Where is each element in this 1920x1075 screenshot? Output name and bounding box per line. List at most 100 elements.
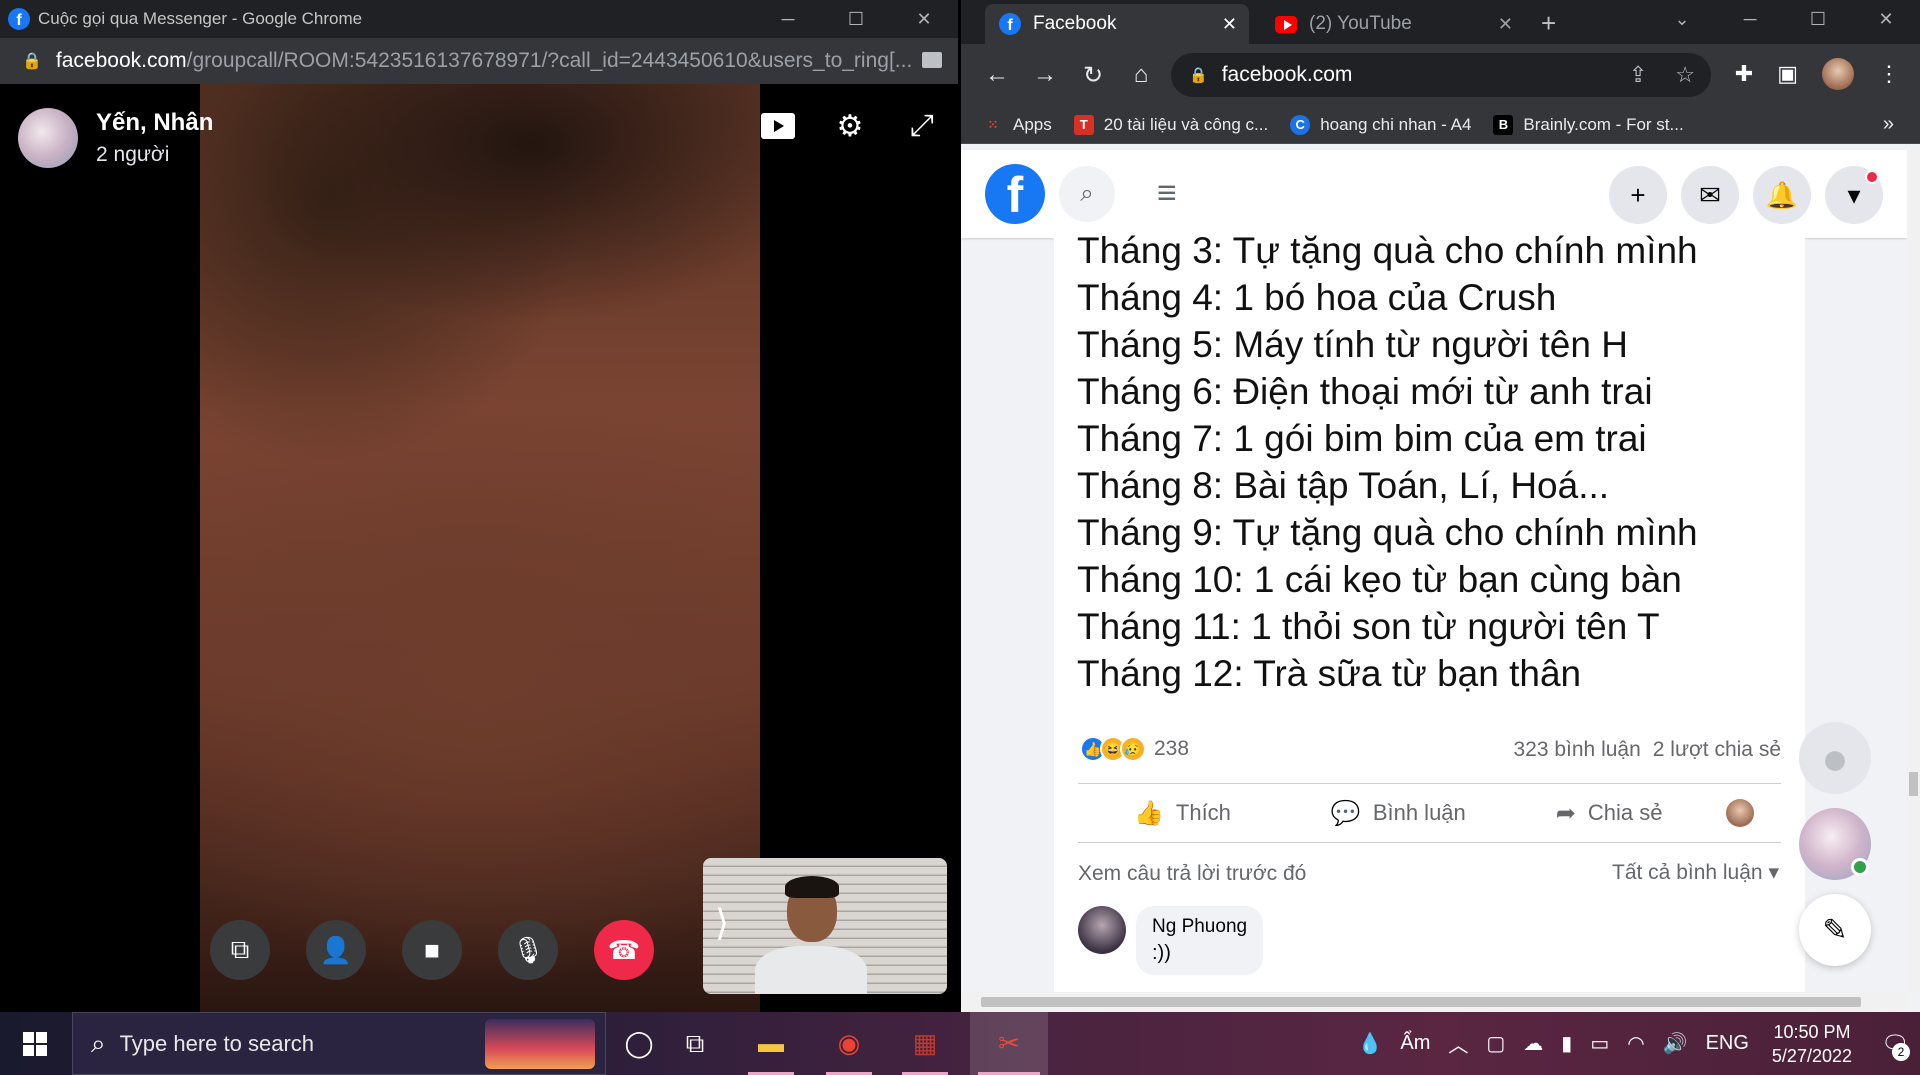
start-button[interactable] — [0, 1012, 70, 1075]
chat-head-contact[interactable]: ● — [1799, 722, 1871, 794]
microphone-icon: 🎙 — [511, 934, 545, 965]
share-screen-button[interactable]: ⧉ — [210, 920, 270, 980]
share-button[interactable]: ➦ Chia sẻ — [1556, 799, 1663, 828]
tab-label: (2) YouTube — [1309, 13, 1412, 34]
search-button[interactable]: ⌕ — [1059, 166, 1115, 222]
clock[interactable]: 10:50 PM 5/27/2022 — [1772, 1020, 1852, 1068]
window-titlebar[interactable]: f Cuộc gọi qua Messenger - Google Chrome… — [0, 0, 958, 38]
comment-author-avatar[interactable] — [1078, 906, 1126, 954]
view-previous-replies[interactable]: Xem câu trả lời trước đó — [1078, 862, 1306, 886]
messenger-call-window: f Cuộc gọi qua Messenger - Google Chrome… — [0, 0, 958, 1012]
kebab-menu-icon[interactable]: ⋮ — [1878, 61, 1900, 87]
reaction-summary[interactable]: 👍 😆 😥 238 — [1080, 736, 1189, 762]
weather-label[interactable]: Ẩm — [1400, 1032, 1430, 1055]
input-language[interactable]: ENG — [1706, 1032, 1749, 1055]
post-image-line: Tháng 11: 1 thỏi son từ người tên T — [1077, 606, 1660, 647]
close-tab-icon[interactable]: ✕ — [1222, 14, 1237, 35]
watch-together-button[interactable] — [742, 108, 814, 144]
bookmark-brainly[interactable]: B Brainly.com - For st... — [1493, 114, 1684, 135]
share-icon[interactable]: ⇪ — [1629, 62, 1647, 88]
camera-toggle-button[interactable]: ■ — [402, 920, 462, 980]
commenter-avatar[interactable] — [1726, 799, 1755, 827]
taskbar-search[interactable]: ⌕ Type here to search — [72, 1012, 606, 1075]
side-panel-icon[interactable]: ▣ — [1777, 61, 1798, 87]
maximize-button[interactable]: ☐ — [822, 0, 890, 38]
camera-indicator-icon[interactable] — [922, 52, 942, 68]
tv-icon — [761, 113, 795, 139]
wifi-icon[interactable]: ◠ — [1627, 1031, 1644, 1056]
tab-youtube[interactable]: (2) YouTube ✕ — [1261, 4, 1525, 44]
notifications-button[interactable]: 🔔 — [1753, 166, 1811, 224]
volume-icon[interactable]: 🔊 — [1663, 1031, 1688, 1056]
minimize-button[interactable]: ─ — [1716, 0, 1784, 38]
file-explorer-button[interactable]: ▬ — [740, 1012, 802, 1075]
microphone-tray-icon[interactable]: ▮ — [1561, 1031, 1572, 1056]
lock-icon: 🔒 — [1189, 67, 1208, 84]
chrome-button[interactable]: ◉ — [818, 1012, 880, 1075]
reload-button[interactable]: ↻ — [1069, 61, 1117, 90]
app-button[interactable]: ✂ — [970, 1012, 1048, 1075]
horizontal-scrollbar[interactable] — [961, 992, 1907, 1012]
address-bar[interactable]: 🔒 facebook.com ⇪ ☆ — [1171, 53, 1711, 97]
address-bar[interactable]: 🔒 facebook.com /groupcall/ROOM:542351613… — [0, 38, 958, 84]
app-icon: ✂ — [998, 1028, 1020, 1058]
profile-avatar[interactable] — [1822, 58, 1854, 90]
bookmark-hoang-chi-nhan[interactable]: C hoang chi nhan - A4 — [1290, 114, 1471, 135]
more-bookmarks-icon[interactable]: » — [1883, 113, 1894, 136]
battery-icon[interactable]: ▭ — [1590, 1031, 1609, 1056]
onedrive-icon[interactable]: ☁ — [1523, 1031, 1543, 1056]
chat-head-group[interactable] — [1799, 808, 1871, 880]
create-button[interactable]: + — [1609, 166, 1667, 224]
minimize-button[interactable]: ─ — [754, 0, 822, 38]
tab-facebook[interactable]: f Facebook ✕ — [985, 4, 1249, 44]
new-tab-button[interactable]: + — [1541, 8, 1556, 39]
task-view-button[interactable]: ⧉ — [664, 1012, 726, 1075]
close-tab-icon[interactable]: ✕ — [1498, 14, 1513, 35]
comment-button[interactable]: 💬 Bình luận — [1331, 799, 1466, 828]
lock-icon: 🔒 — [22, 53, 42, 70]
messenger-button[interactable]: ✉ — [1681, 166, 1739, 224]
end-call-button[interactable]: ☎ — [594, 920, 654, 980]
comment-filter-dropdown[interactable]: Tất cả bình luận ▾ — [1612, 860, 1779, 885]
self-view-video[interactable]: ⟩ — [703, 858, 947, 994]
fullscreen-button[interactable]: ⤢ — [886, 108, 958, 144]
home-button[interactable]: ⌂ — [1117, 61, 1165, 89]
bookmark-apps[interactable]: ⁙ Apps — [983, 115, 1052, 135]
back-button[interactable]: ← — [973, 61, 1021, 89]
chevron-right-icon[interactable]: ⟩ — [715, 902, 729, 944]
account-button[interactable]: ▾ — [1825, 166, 1883, 224]
bookmark-star-icon[interactable]: ☆ — [1675, 62, 1695, 88]
forward-button[interactable]: → — [1021, 61, 1069, 89]
expand-icon: ⤢ — [910, 109, 934, 142]
humidity-icon[interactable]: 💧 — [1357, 1031, 1382, 1056]
cortana-button[interactable]: ◯ — [608, 1012, 670, 1075]
comments-count[interactable]: 323 bình luận — [1513, 738, 1640, 762]
close-button[interactable]: ✕ — [890, 0, 958, 38]
close-button[interactable]: ✕ — [1852, 0, 1920, 38]
vertical-scrollbar[interactable] — [1907, 150, 1920, 992]
show-hidden-icons[interactable]: ︿ — [1448, 1029, 1468, 1058]
windows-logo-icon — [23, 1031, 47, 1056]
shares-count[interactable]: 2 lượt chia sẻ — [1653, 738, 1781, 762]
facebook-logo[interactable]: f — [985, 164, 1045, 224]
new-message-button[interactable]: ✎ — [1799, 894, 1871, 966]
comment-item: Ng Phuong :)) — [1078, 906, 1264, 975]
tab-search-button[interactable]: ⌄ — [1648, 0, 1716, 38]
comment-author[interactable]: Ng Phuong — [1152, 916, 1247, 938]
add-people-button[interactable]: 👤 — [306, 920, 366, 980]
settings-button[interactable]: ⚙ — [814, 108, 886, 144]
thumbs-up-icon: 👍 — [1134, 799, 1164, 827]
post-image[interactable]: Tháng 3: Tự tặng quà cho chính mình Thán… — [1054, 230, 1805, 720]
extensions-icon[interactable]: ✚ — [1735, 61, 1753, 87]
search-placeholder: Type here to search — [119, 1030, 315, 1056]
maximize-button[interactable]: ☐ — [1784, 0, 1852, 38]
meet-icon[interactable]: ▢ — [1486, 1031, 1505, 1056]
bookmark-tailieu[interactable]: T 20 tài liệu và công c... — [1073, 114, 1268, 135]
like-button[interactable]: 👍 Thích — [1134, 799, 1231, 828]
post-image-line: Tháng 8: Bài tập Toán, Lí, Hoá... — [1077, 465, 1610, 506]
action-center-button[interactable]: 🗨 2 — [1870, 1012, 1920, 1075]
mute-button[interactable]: 🎙 — [498, 920, 558, 980]
menu-button[interactable]: ≡ — [1157, 176, 1177, 210]
task-view-icon: ⧉ — [685, 1027, 705, 1058]
winrar-button[interactable]: ▦ — [894, 1012, 956, 1075]
